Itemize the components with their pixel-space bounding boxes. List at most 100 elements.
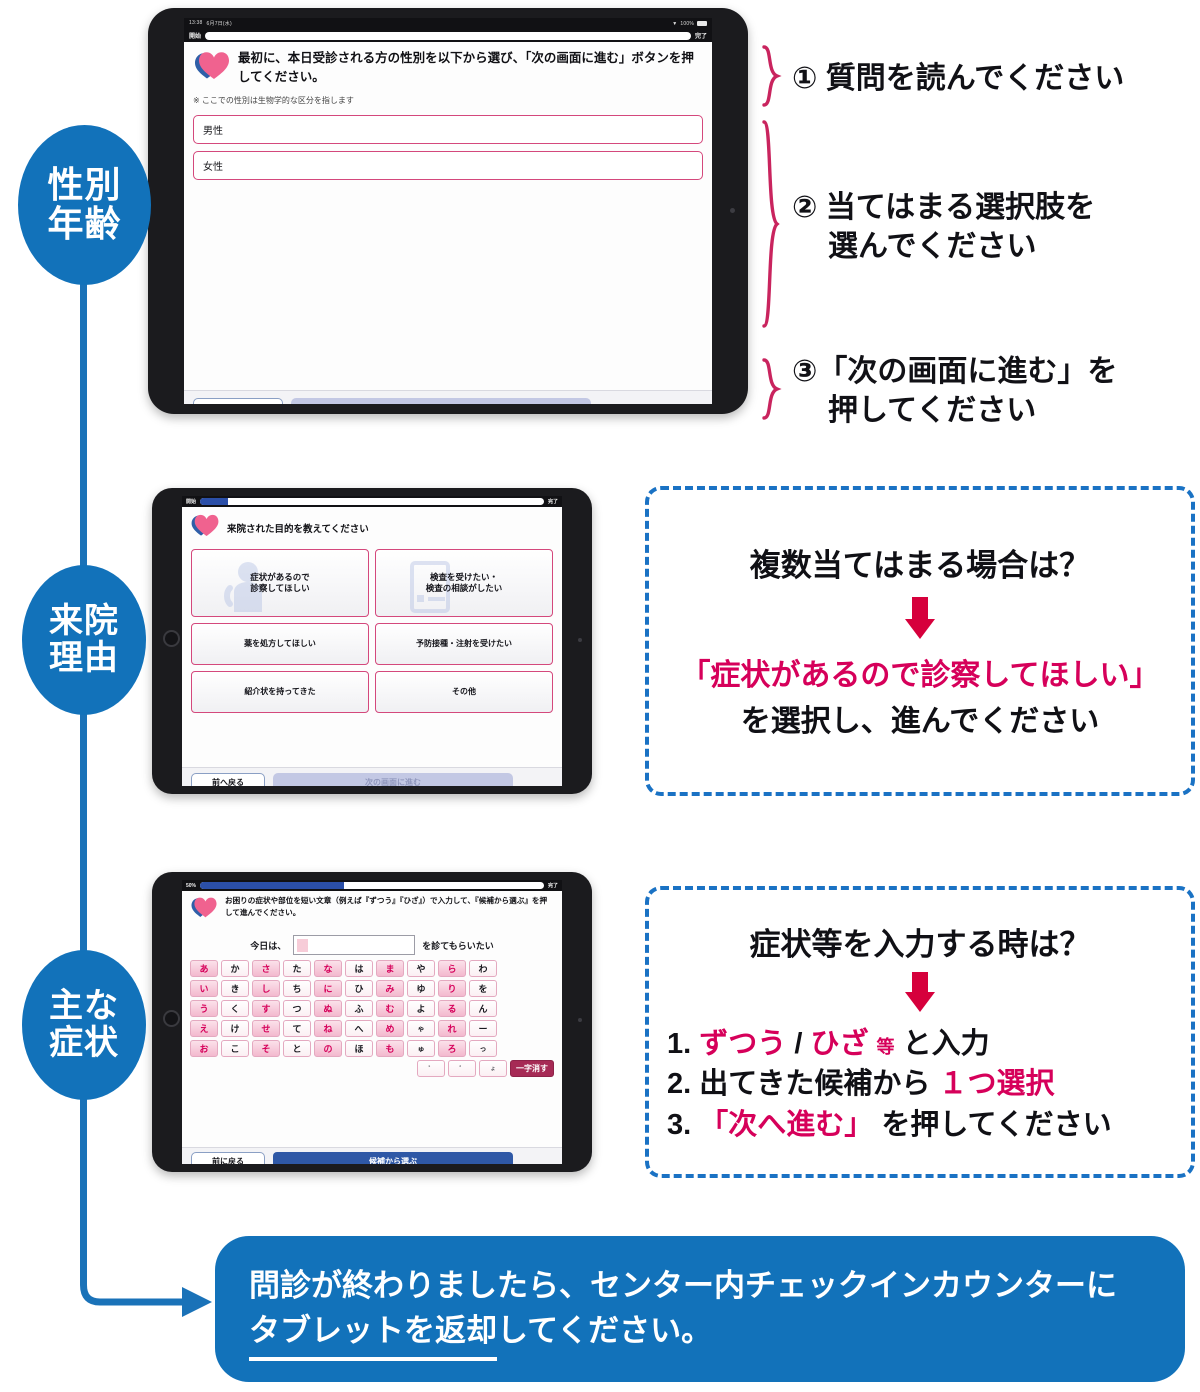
key-ha[interactable]: は <box>345 960 373 977</box>
key-long-vowel[interactable]: ー <box>469 1020 497 1037</box>
reason-card-grid: 症状があるので 診察してほしい 検査を受けたい・ 検査の相談がしたい 薬を処方し… <box>182 545 562 713</box>
key-small-tsu[interactable]: っ <box>469 1040 497 1057</box>
annotation-3: ③「次の画面に進む」を 押してください <box>760 352 1117 430</box>
key-small-yo[interactable]: ょ <box>479 1060 507 1077</box>
step-body: 出てきた候補から <box>699 1068 939 1101</box>
question-text-2: 来院された目的を教えてください <box>227 523 369 535</box>
key-mu[interactable]: む <box>376 1000 404 1017</box>
key-fu[interactable]: ふ <box>345 1000 373 1017</box>
progress-start-label: 開始 <box>186 499 197 505</box>
home-button-2[interactable] <box>163 630 180 647</box>
question-header-3: お困りの症状や部位を短い文章（例えば『ずつう』『ひざ』）で入力して、『候補から選… <box>182 891 562 926</box>
next-button-1[interactable]: 次の画面に進む <box>291 397 591 404</box>
key-ho[interactable]: ほ <box>345 1040 373 1057</box>
key-ko[interactable]: こ <box>221 1040 249 1057</box>
tablet-screen-1: 13:38 6月7日(水) ▼ 100% 開始 完了 最初に、本日受診される方の… <box>184 18 712 404</box>
next-button-label: 次の画面に進む <box>365 778 421 786</box>
key-ke[interactable]: け <box>221 1020 249 1037</box>
key-ra[interactable]: ら <box>438 960 466 977</box>
key-so[interactable]: そ <box>252 1040 280 1057</box>
back-button-2[interactable]: 前へ戻る <box>191 772 265 786</box>
progress-end-label: 完了 <box>547 499 558 505</box>
key-ka[interactable]: か <box>221 960 249 977</box>
key-chi[interactable]: ち <box>283 980 311 997</box>
key-tsu[interactable]: つ <box>283 1000 311 1017</box>
progress-track <box>200 882 544 889</box>
key-shi[interactable]: し <box>252 980 280 997</box>
key-ru[interactable]: る <box>438 1000 466 1017</box>
key-na[interactable]: な <box>314 960 342 977</box>
key-re[interactable]: れ <box>438 1020 466 1037</box>
key-ma[interactable]: ま <box>376 960 404 977</box>
tablet-screen-3: 50% 完了 お困りの症状や部位を短い文章（例えば『ずつう』『ひざ』）で入力して… <box>182 880 562 1164</box>
instruction-diagram: 性別 年齢 来院 理由 主な 症状 13:38 6月7日(水) ▼ 100% 開… <box>0 0 1200 1392</box>
key-ki[interactable]: き <box>221 980 249 997</box>
key-se[interactable]: せ <box>252 1020 280 1037</box>
progress-start-label: 50% <box>186 882 197 889</box>
back-button-1[interactable]: 前へ戻る <box>193 397 283 404</box>
reason-card-medicine[interactable]: 薬を処方してほしい <box>191 623 369 665</box>
back-button-label: 前に戻る <box>212 1157 244 1164</box>
battery-icon <box>697 21 707 26</box>
key-handakuten[interactable]: ゜ <box>448 1060 476 1077</box>
back-button-3[interactable]: 前に戻る <box>191 1152 265 1164</box>
camera-dot-3 <box>578 1018 582 1022</box>
key-me[interactable]: め <box>376 1020 404 1037</box>
step-keyword-2: ひざ <box>810 1028 869 1061</box>
key-ne[interactable]: ね <box>314 1020 342 1037</box>
reason-card-label: 症状があるので 診察してほしい <box>250 571 310 593</box>
reason-card-exam[interactable]: 検査を受けたい・ 検査の相談がしたい <box>375 549 553 617</box>
candidate-select-button[interactable]: 候補から選ぶ <box>273 1152 513 1164</box>
reason-card-symptom[interactable]: 症状があるので 診察してほしい <box>191 549 369 617</box>
key-i[interactable]: い <box>190 980 218 997</box>
key-su[interactable]: す <box>252 1000 280 1017</box>
key-wa[interactable]: わ <box>469 960 497 977</box>
erase-key[interactable]: 一字消す <box>510 1060 554 1077</box>
key-small-yu[interactable]: ゅ <box>407 1040 435 1057</box>
key-mo[interactable]: も <box>376 1040 404 1057</box>
reason-card-referral[interactable]: 紹介状を持ってきた <box>191 671 369 713</box>
key-ta[interactable]: た <box>283 960 311 977</box>
option-female[interactable]: 女性 <box>193 150 703 180</box>
wifi-icon: ▼ <box>672 20 678 27</box>
key-sa[interactable]: さ <box>252 960 280 977</box>
reason-card-label: その他 <box>452 686 476 696</box>
key-u[interactable]: う <box>190 1000 218 1017</box>
key-dakuten[interactable]: ゛ <box>417 1060 445 1077</box>
key-hi[interactable]: ひ <box>345 980 373 997</box>
key-ku[interactable]: く <box>221 1000 249 1017</box>
option-male[interactable]: 男性 <box>193 114 703 144</box>
key-to[interactable]: と <box>283 1040 311 1057</box>
page-content-1: 最初に、本日受診される方の性別を以下から選び、「次の画面に進む」ボタンを押してく… <box>184 42 712 404</box>
progress-bar-3: 50% 完了 <box>182 880 562 891</box>
key-yo[interactable]: よ <box>407 1000 435 1017</box>
reason-card-other[interactable]: その他 <box>375 671 553 713</box>
symptom-text-input[interactable] <box>293 935 416 955</box>
key-ri[interactable]: り <box>438 980 466 997</box>
key-e[interactable]: え <box>190 1020 218 1037</box>
next-button-2[interactable]: 次の画面に進む <box>273 772 513 786</box>
key-he[interactable]: へ <box>345 1020 373 1037</box>
question-header-2: 来院された目的を教えてください <box>182 507 562 545</box>
home-button-3[interactable] <box>163 1010 180 1027</box>
progress-bar-2: 開始 完了 <box>182 496 562 507</box>
key-mi[interactable]: み <box>376 980 404 997</box>
stage-circle-gender-age: 性別 年齢 <box>18 125 151 285</box>
key-ni[interactable]: に <box>314 980 342 997</box>
key-nu[interactable]: ぬ <box>314 1000 342 1017</box>
key-yu[interactable]: ゆ <box>407 980 435 997</box>
key-wo[interactable]: を <box>469 980 497 997</box>
step-separator: / <box>794 1028 811 1061</box>
page-content-3: お困りの症状や部位を短い文章（例えば『ずつう』『ひざ』）で入力して、『候補から選… <box>182 891 562 1164</box>
key-small-ya[interactable]: ゃ <box>407 1020 435 1037</box>
banner-underlined-text: タブレットを返却 <box>249 1309 497 1361</box>
key-a[interactable]: あ <box>190 960 218 977</box>
key-n[interactable]: ん <box>469 1000 497 1017</box>
reason-card-vaccine[interactable]: 予防接種・注射を受けたい <box>375 623 553 665</box>
key-o[interactable]: お <box>190 1040 218 1057</box>
keyboard-row: え け せ て ね へ め ゃ れ ー <box>190 1020 554 1037</box>
key-te[interactable]: て <box>283 1020 311 1037</box>
key-ya[interactable]: や <box>407 960 435 977</box>
key-ro[interactable]: ろ <box>438 1040 466 1057</box>
key-no[interactable]: の <box>314 1040 342 1057</box>
